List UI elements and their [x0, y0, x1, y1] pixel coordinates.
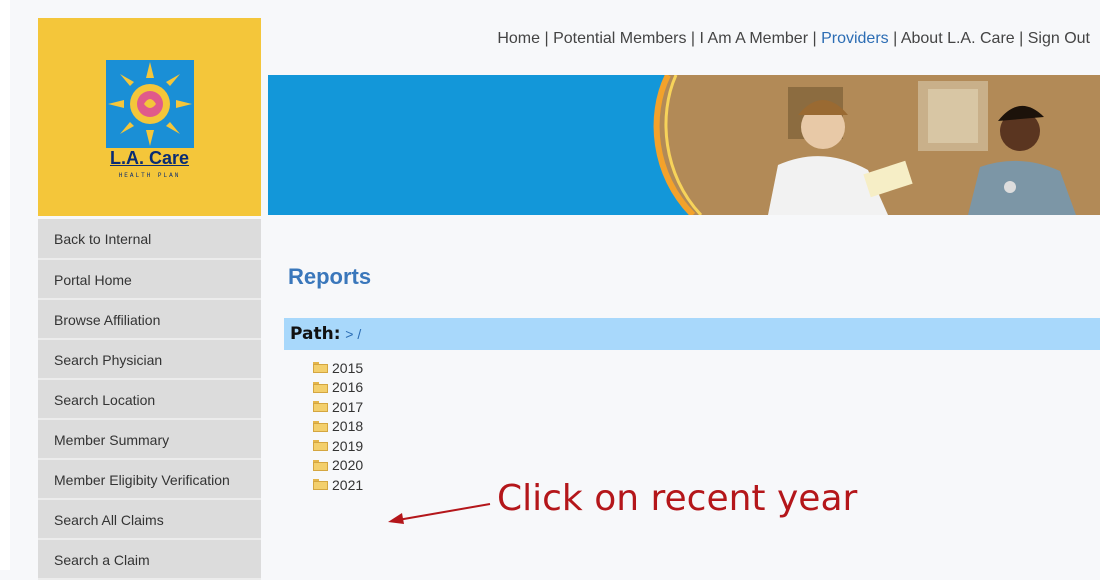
header-banner [268, 75, 1100, 215]
sidebar-item-member-eligibility[interactable]: Member Eligibity Verification [38, 460, 261, 500]
sidebar-item-search-all-claims[interactable]: Search All Claims [38, 500, 261, 540]
folder-icon [313, 440, 328, 452]
sidebar-item-member-summary[interactable]: Member Summary [38, 420, 261, 460]
nav-potential-members[interactable]: Potential Members [553, 30, 686, 47]
folder-label[interactable]: 2021 [332, 477, 363, 493]
folder-label[interactable]: 2020 [332, 457, 363, 473]
folder-icon [313, 401, 328, 413]
nav-about[interactable]: About L.A. Care [901, 30, 1015, 47]
left-margin [0, 0, 10, 570]
sidebar-item-back-to-internal[interactable]: Back to Internal [38, 219, 261, 260]
nav-separator: | [893, 30, 898, 47]
folder-item-2015[interactable]: 2015 [313, 358, 363, 378]
folder-label[interactable]: 2018 [332, 418, 363, 434]
sidebar-item-search-a-claim[interactable]: Search a Claim [38, 540, 261, 580]
folder-icon [313, 362, 328, 374]
folder-icon [313, 459, 328, 471]
folder-item-2017[interactable]: 2017 [313, 397, 363, 417]
nav-home[interactable]: Home [497, 30, 540, 47]
folder-item-2019[interactable]: 2019 [313, 436, 363, 456]
sidebar-item-portal-home[interactable]: Portal Home [38, 260, 261, 300]
folder-label[interactable]: 2017 [332, 399, 363, 415]
folder-item-2018[interactable]: 2018 [313, 417, 363, 437]
folder-list: 2015 2016 2017 2018 2019 2020 2021 [313, 358, 363, 495]
nav-separator: | [690, 30, 696, 47]
nav-separator: | [812, 30, 817, 47]
path-label: Path: [290, 324, 341, 344]
folder-icon [313, 381, 328, 393]
path-value[interactable]: > / [345, 326, 361, 342]
folder-label[interactable]: 2016 [332, 379, 363, 395]
folder-label[interactable]: 2019 [332, 438, 363, 454]
nav-i-am-a-member[interactable]: I Am A Member [700, 30, 808, 47]
folder-item-2016[interactable]: 2016 [313, 378, 363, 398]
top-navigation: Home | Potential Members | I Am A Member… [497, 30, 1090, 48]
nav-sign-out[interactable]: Sign Out [1028, 30, 1090, 47]
nav-providers[interactable]: Providers [821, 30, 889, 47]
page-title: Reports [288, 264, 372, 289]
banner-photo [653, 75, 1100, 215]
sun-logo-icon [106, 60, 194, 148]
logo-brand-text: L.A. Care [109, 148, 190, 168]
path-breadcrumb: Path: > / [284, 318, 1100, 350]
sidebar-item-search-physician[interactable]: Search Physician [38, 340, 261, 380]
sidebar-item-search-location[interactable]: Search Location [38, 380, 261, 420]
annotation-callout: Click on recent year [497, 478, 858, 519]
folder-label[interactable]: 2015 [332, 360, 363, 376]
sidebar-nav: Back to Internal Portal Home Browse Affi… [38, 219, 261, 580]
logo-sub-text: HEALTH PLAN [118, 172, 181, 179]
la-care-logo[interactable]: L.A. Care HEALTH PLAN [38, 18, 261, 216]
folder-item-2020[interactable]: 2020 [313, 456, 363, 476]
nav-separator: | [544, 30, 549, 47]
sidebar-item-browse-affiliation[interactable]: Browse Affiliation [38, 300, 261, 340]
folder-item-2021[interactable]: 2021 [313, 475, 363, 495]
annotation-arrow-icon [388, 503, 491, 524]
folder-icon [313, 420, 328, 432]
folder-icon [313, 479, 328, 491]
nav-separator: | [1019, 30, 1024, 47]
